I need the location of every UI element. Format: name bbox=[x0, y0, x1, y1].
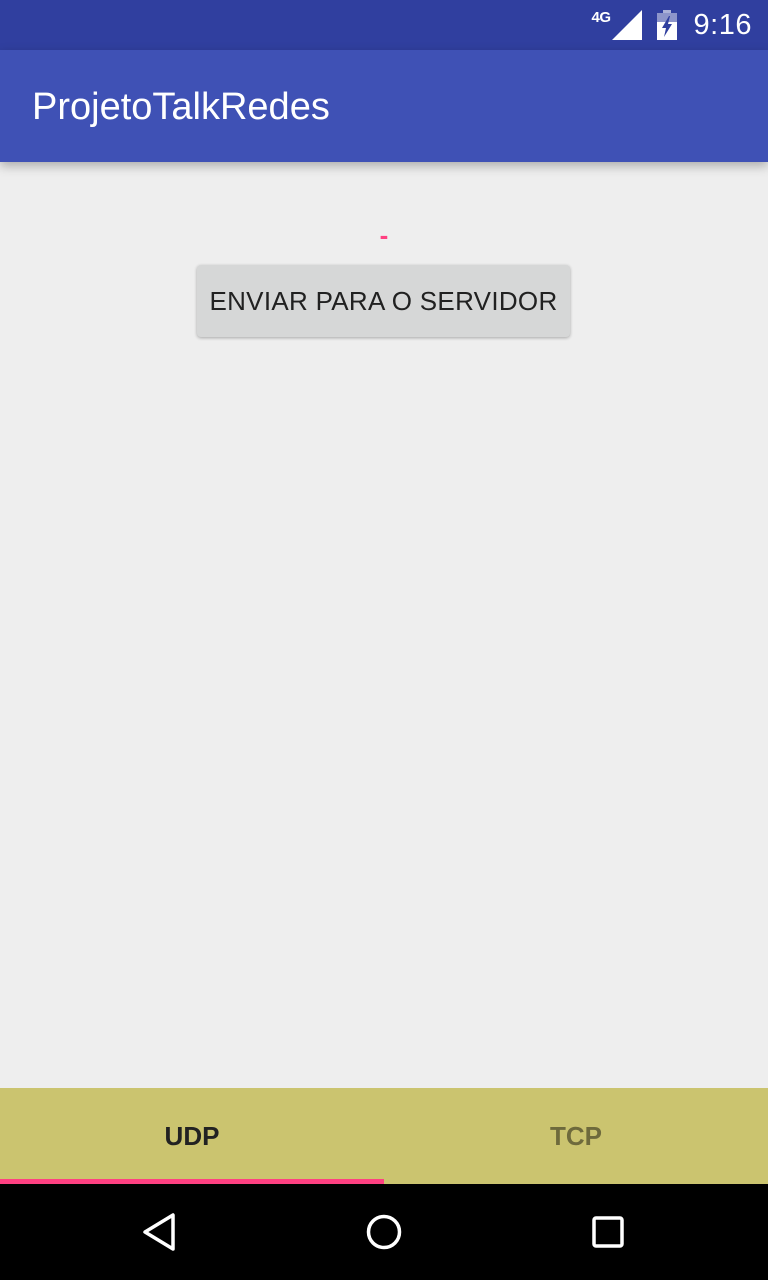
home-button[interactable] bbox=[356, 1204, 412, 1260]
tab-udp-label: UDP bbox=[164, 1120, 220, 1151]
network-type-label: 4G bbox=[591, 8, 612, 26]
recents-button[interactable] bbox=[580, 1204, 636, 1260]
back-icon bbox=[143, 1213, 175, 1251]
signal-icon bbox=[611, 10, 642, 40]
app-bar: ProjetoTalkRedes bbox=[0, 50, 768, 162]
screen: 4G 9:16 ProjetoTalkRedes - ENVIAR PARA O… bbox=[0, 0, 768, 1280]
navigation-bar bbox=[0, 1184, 768, 1280]
status-icons: 4G 9:16 bbox=[592, 0, 752, 50]
status-bar: 4G 9:16 bbox=[0, 0, 768, 50]
back-button[interactable] bbox=[132, 1204, 188, 1260]
result-text: - bbox=[379, 220, 389, 250]
app-title: ProjetoTalkRedes bbox=[32, 86, 330, 128]
battery-icon bbox=[656, 10, 677, 40]
tab-tcp[interactable]: TCP bbox=[384, 1088, 768, 1184]
tab-udp[interactable]: UDP bbox=[0, 1088, 384, 1184]
send-to-server-button[interactable]: ENVIAR PARA O SERVIDOR bbox=[197, 265, 570, 337]
tab-bar: UDP TCP bbox=[0, 1088, 768, 1184]
tab-tcp-label: TCP bbox=[550, 1120, 602, 1151]
recents-icon bbox=[592, 1216, 624, 1248]
content-area: - ENVIAR PARA O SERVIDOR bbox=[0, 162, 768, 1088]
clock: 9:16 bbox=[693, 8, 752, 41]
home-icon bbox=[366, 1214, 402, 1250]
